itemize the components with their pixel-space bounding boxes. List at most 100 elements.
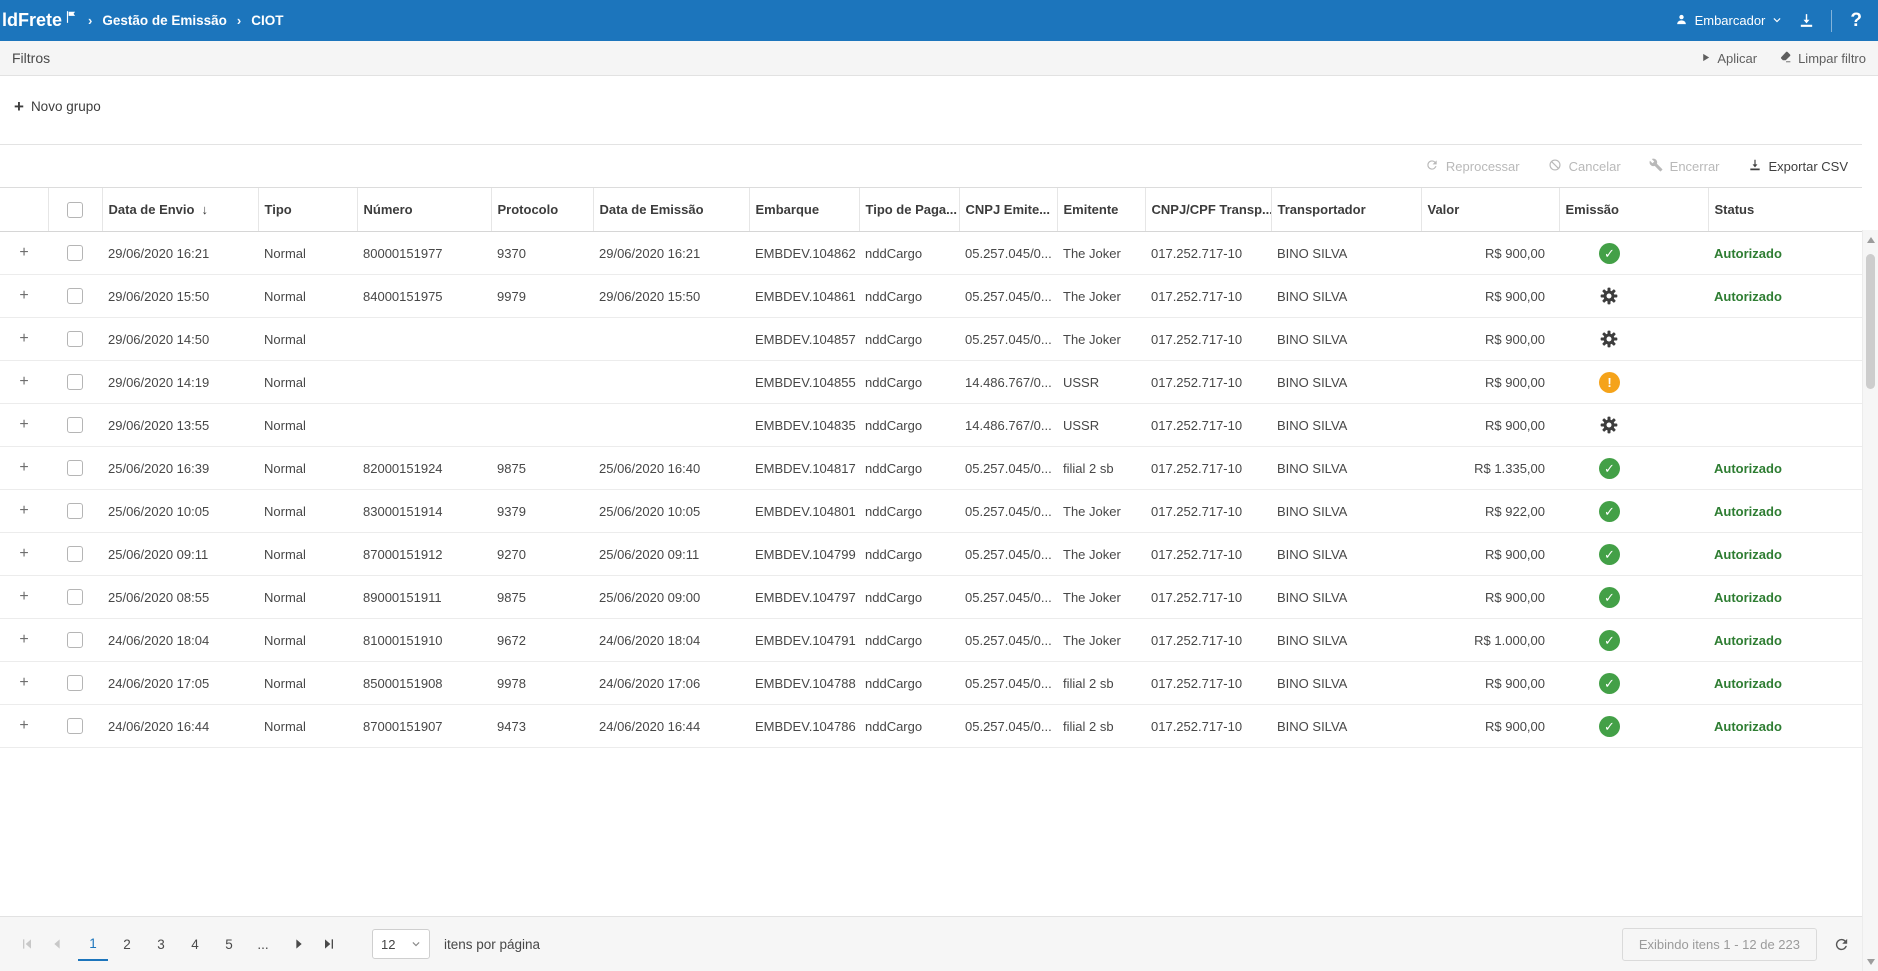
column-header-envio[interactable]: Data de Envio↓: [102, 188, 258, 232]
table-row[interactable]: +29/06/2020 13:55NormalEMBDEV.104835nddC…: [0, 404, 1862, 447]
table-row[interactable]: +24/06/2020 16:44Normal87000151907947324…: [0, 705, 1862, 748]
cell-pagamento: nddCargo: [859, 404, 959, 447]
row-expand-button[interactable]: +: [19, 373, 28, 390]
column-header-emissao[interactable]: Data de Emissão: [593, 188, 749, 232]
table-row[interactable]: +25/06/2020 09:11Normal87000151912927025…: [0, 533, 1862, 576]
next-page-button[interactable]: [284, 929, 314, 959]
table-row[interactable]: +29/06/2020 14:19NormalEMBDEV.104855nddC…: [0, 361, 1862, 404]
apply-filter-button[interactable]: Aplicar: [1700, 51, 1757, 66]
row-checkbox[interactable]: [67, 503, 83, 519]
cell-cnpj_emitente: 05.257.045/0...: [959, 662, 1057, 705]
table-row[interactable]: +25/06/2020 16:39Normal82000151924987525…: [0, 447, 1862, 490]
app-logo[interactable]: ldFrete: [2, 10, 78, 31]
table-row[interactable]: +29/06/2020 16:21Normal80000151977937029…: [0, 232, 1862, 275]
export-csv-button[interactable]: Exportar CSV: [1748, 158, 1848, 175]
table-row[interactable]: +29/06/2020 14:50NormalEMBDEV.104857nddC…: [0, 318, 1862, 361]
table-row[interactable]: +24/06/2020 18:04Normal81000151910967224…: [0, 619, 1862, 662]
column-header-embarque[interactable]: Embarque: [749, 188, 859, 232]
column-header-numero[interactable]: Número: [357, 188, 491, 232]
row-expand-button[interactable]: +: [19, 416, 28, 433]
last-page-button[interactable]: [314, 929, 344, 959]
scroll-down-arrow-icon[interactable]: [1863, 954, 1878, 969]
close-ciot-button[interactable]: Encerrar: [1649, 158, 1720, 175]
cell-emissao: 29/06/2020 16:21: [593, 232, 749, 275]
column-header-status[interactable]: Status: [1708, 188, 1862, 232]
row-checkbox[interactable]: [67, 718, 83, 734]
cell-emissao: [593, 361, 749, 404]
column-header-protocolo[interactable]: Protocolo: [491, 188, 593, 232]
expand-cell: +: [0, 275, 48, 318]
table-row[interactable]: +29/06/2020 15:50Normal84000151975997929…: [0, 275, 1862, 318]
refresh-grid-button[interactable]: [1833, 936, 1850, 953]
scroll-up-arrow-icon[interactable]: [1863, 232, 1878, 247]
row-checkbox[interactable]: [67, 417, 83, 433]
cell-cnpj_transportador: 017.252.717-10: [1145, 447, 1271, 490]
table-row[interactable]: +25/06/2020 08:55Normal89000151911987525…: [0, 576, 1862, 619]
column-header-transportador[interactable]: Transportador: [1271, 188, 1421, 232]
row-expand-button[interactable]: +: [19, 588, 28, 605]
row-checkbox[interactable]: [67, 288, 83, 304]
clear-filter-button[interactable]: Limpar filtro: [1779, 50, 1866, 66]
row-checkbox[interactable]: [67, 374, 83, 390]
cell-transportador: BINO SILVA: [1271, 447, 1421, 490]
cell-emissao: 24/06/2020 16:44: [593, 705, 749, 748]
pager: 12345... 12 itens por página Exibindo it…: [0, 916, 1862, 971]
row-checkbox[interactable]: [67, 632, 83, 648]
row-checkbox[interactable]: [67, 675, 83, 691]
column-header-tipo[interactable]: Tipo: [258, 188, 357, 232]
column-header-emitente[interactable]: Emitente: [1057, 188, 1145, 232]
column-header-valor[interactable]: Valor: [1421, 188, 1559, 232]
column-header-cnpj_transportador[interactable]: CNPJ/CPF Transp...: [1145, 188, 1271, 232]
reprocess-button[interactable]: Reprocessar: [1425, 158, 1520, 175]
row-checkbox[interactable]: [67, 245, 83, 261]
user-role-menu[interactable]: Embarcador: [1675, 13, 1783, 29]
breadcrumb-item-ciot[interactable]: CIOT: [251, 13, 283, 28]
checkbox-cell: [48, 662, 102, 705]
cancel-button[interactable]: Cancelar: [1548, 158, 1621, 175]
scrollbar-thumb[interactable]: [1866, 254, 1875, 389]
page-button-2[interactable]: 2: [112, 927, 142, 961]
table-row[interactable]: +25/06/2020 10:05Normal83000151914937925…: [0, 490, 1862, 533]
column-header-emissao_icone[interactable]: Emissão: [1559, 188, 1708, 232]
filters-title: Filtros: [12, 50, 50, 66]
cell-embarque: EMBDEV.104801: [749, 490, 859, 533]
previous-page-button[interactable]: [42, 929, 72, 959]
row-expand-button[interactable]: +: [19, 459, 28, 476]
breadcrumb-item-gestao-de-emissao[interactable]: Gestão de Emissão: [102, 13, 227, 28]
page-size-select[interactable]: 12: [372, 929, 430, 959]
download-button[interactable]: [1798, 12, 1815, 29]
person-icon: [1675, 13, 1688, 29]
select-all-checkbox[interactable]: [67, 202, 83, 218]
checkbox-cell: [48, 619, 102, 662]
column-header-cnpj_emitente[interactable]: CNPJ Emite...: [959, 188, 1057, 232]
cell-valor: R$ 1.335,00: [1421, 447, 1559, 490]
column-header-pagamento[interactable]: Tipo de Paga...: [859, 188, 959, 232]
page-button-5[interactable]: 5: [214, 927, 244, 961]
vertical-scrollbar[interactable]: [1862, 230, 1878, 971]
row-expand-button[interactable]: +: [19, 545, 28, 562]
expand-cell: +: [0, 490, 48, 533]
items-per-page-label: itens por página: [444, 937, 540, 952]
row-expand-button[interactable]: +: [19, 631, 28, 648]
page-button-3[interactable]: 3: [146, 927, 176, 961]
row-checkbox[interactable]: [67, 589, 83, 605]
row-expand-button[interactable]: +: [19, 502, 28, 519]
cell-valor: R$ 900,00: [1421, 705, 1559, 748]
row-checkbox[interactable]: [67, 546, 83, 562]
row-expand-button[interactable]: +: [19, 674, 28, 691]
page-button-4[interactable]: 4: [180, 927, 210, 961]
first-page-button[interactable]: [12, 929, 42, 959]
row-expand-button[interactable]: +: [19, 717, 28, 734]
row-checkbox[interactable]: [67, 331, 83, 347]
page-button-1[interactable]: 1: [78, 927, 108, 961]
cell-envio: 25/06/2020 08:55: [102, 576, 258, 619]
row-checkbox[interactable]: [67, 460, 83, 476]
row-expand-button[interactable]: +: [19, 330, 28, 347]
row-expand-button[interactable]: +: [19, 287, 28, 304]
new-group-button[interactable]: + Novo grupo: [14, 98, 101, 115]
help-button[interactable]: ?: [1848, 10, 1864, 32]
page-more-button[interactable]: ...: [248, 927, 278, 961]
row-expand-button[interactable]: +: [19, 244, 28, 261]
cell-numero: 83000151914: [357, 490, 491, 533]
table-row[interactable]: +24/06/2020 17:05Normal85000151908997824…: [0, 662, 1862, 705]
